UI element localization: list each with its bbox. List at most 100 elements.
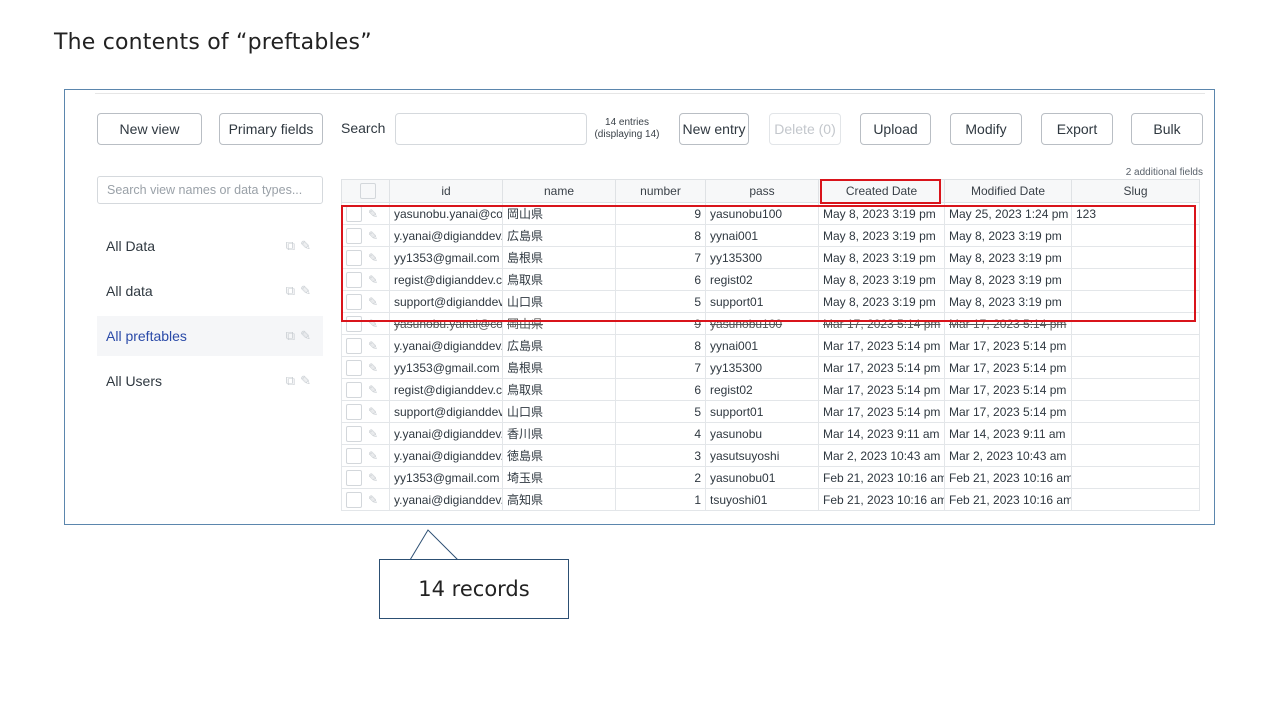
cell-id[interactable]: regist@digianddev.co	[389, 378, 503, 401]
table-row[interactable]: ✎ support@digianddev. 山口県 5 support01 Mar 17,…	[341, 400, 1200, 423]
cell-name[interactable]: 広島県	[502, 334, 616, 357]
cell-number[interactable]: 5	[615, 400, 706, 423]
cell-number[interactable]: 1	[615, 488, 706, 511]
cell-slug[interactable]	[1071, 444, 1200, 467]
table-row[interactable]: ✎ regist@digianddev.co 鳥取県 6 regist02 Mar 17,…	[341, 378, 1200, 401]
export-button[interactable]: Export	[1041, 113, 1113, 145]
cell-pass[interactable]: yasunobu01	[705, 466, 819, 489]
cell-created[interactable]: Mar 17, 2023 5:14 pm	[818, 356, 945, 379]
cell-modified[interactable]: Mar 14, 2023 9:11 am	[944, 422, 1072, 445]
select-all-checkbox[interactable]	[359, 183, 376, 199]
cell-slug[interactable]	[1071, 334, 1200, 357]
bulk-button[interactable]: Bulk	[1131, 113, 1203, 145]
primary-fields-button[interactable]: Primary fields	[219, 113, 323, 145]
cell-slug[interactable]	[1071, 422, 1200, 445]
view-item-all-data-lower[interactable]: All data ⧉ ✎	[97, 271, 323, 311]
row-checkbox[interactable]	[346, 381, 362, 398]
cell-created[interactable]: Mar 2, 2023 10:43 am	[818, 444, 945, 467]
cell-modified[interactable]: Mar 2, 2023 10:43 am	[944, 444, 1072, 467]
column-header-name[interactable]: name	[502, 179, 616, 203]
row-checkbox[interactable]	[346, 447, 362, 464]
table-row[interactable]: ✎ y.yanai@digianddev.c 香川県 4 yasunobu Mar 14,…	[341, 422, 1200, 445]
pencil-icon[interactable]: ✎	[300, 238, 311, 254]
cell-id[interactable]: yy1353@gmail.com	[389, 466, 503, 489]
cell-name[interactable]: 鳥取県	[502, 378, 616, 401]
cell-name[interactable]: 徳島県	[502, 444, 616, 467]
cell-pass[interactable]: yynai001	[705, 334, 819, 357]
copy-icon[interactable]: ⧉	[286, 283, 295, 299]
table-row[interactable]: ✎ y.yanai@digianddev.c 広島県 8 yynai001 Mar 17,…	[341, 334, 1200, 357]
pencil-icon[interactable]: ✎	[364, 424, 382, 444]
cell-created[interactable]: Feb 21, 2023 10:16 am	[818, 466, 945, 489]
pencil-icon[interactable]: ✎	[300, 328, 311, 344]
cell-modified[interactable]: Mar 17, 2023 5:14 pm	[944, 334, 1072, 357]
cell-id[interactable]: yy1353@gmail.com	[389, 356, 503, 379]
search-input[interactable]	[395, 113, 587, 145]
copy-icon[interactable]: ⧉	[286, 328, 295, 344]
column-header-modified-date[interactable]: Modified Date	[944, 179, 1072, 203]
cell-name[interactable]: 島根県	[502, 356, 616, 379]
cell-created[interactable]: Mar 17, 2023 5:14 pm	[818, 378, 945, 401]
copy-icon[interactable]: ⧉	[286, 373, 295, 389]
cell-modified[interactable]: Feb 21, 2023 10:16 am	[944, 466, 1072, 489]
column-header-slug[interactable]: Slug	[1071, 179, 1200, 203]
cell-number[interactable]: 3	[615, 444, 706, 467]
table-row[interactable]: ✎ yy1353@gmail.com 島根県 7 yy135300 Mar 17, 202…	[341, 356, 1200, 379]
pencil-icon[interactable]: ✎	[300, 373, 311, 389]
table-row[interactable]: ✎ y.yanai@digianddev.c 高知県 1 tsuyoshi01 Feb 2…	[341, 488, 1200, 511]
new-entry-button[interactable]: New entry	[679, 113, 749, 145]
cell-slug[interactable]	[1071, 356, 1200, 379]
modify-button[interactable]: Modify	[950, 113, 1022, 145]
new-view-button[interactable]: New view	[97, 113, 202, 145]
view-item-all-data[interactable]: All Data ⧉ ✎	[97, 226, 323, 266]
cell-created[interactable]: Mar 17, 2023 5:14 pm	[818, 334, 945, 357]
row-checkbox[interactable]	[346, 403, 362, 420]
pencil-icon[interactable]: ✎	[364, 468, 382, 488]
cell-pass[interactable]: yasutsuyoshi	[705, 444, 819, 467]
row-checkbox[interactable]	[346, 425, 362, 442]
cell-pass[interactable]: support01	[705, 400, 819, 423]
cell-name[interactable]: 山口県	[502, 400, 616, 423]
pencil-icon[interactable]: ✎	[364, 402, 382, 422]
cell-slug[interactable]	[1071, 488, 1200, 511]
upload-button[interactable]: Upload	[860, 113, 931, 145]
row-checkbox[interactable]	[346, 491, 362, 508]
pencil-icon[interactable]: ✎	[364, 358, 382, 378]
cell-modified[interactable]: Feb 21, 2023 10:16 am	[944, 488, 1072, 511]
cell-modified[interactable]: Mar 17, 2023 5:14 pm	[944, 400, 1072, 423]
cell-slug[interactable]	[1071, 378, 1200, 401]
pencil-icon[interactable]: ✎	[364, 336, 382, 356]
pencil-icon[interactable]: ✎	[364, 490, 382, 510]
cell-slug[interactable]	[1071, 466, 1200, 489]
cell-modified[interactable]: Mar 17, 2023 5:14 pm	[944, 356, 1072, 379]
cell-id[interactable]: y.yanai@digianddev.c	[389, 488, 503, 511]
cell-created[interactable]: Feb 21, 2023 10:16 am	[818, 488, 945, 511]
copy-icon[interactable]: ⧉	[286, 238, 295, 254]
table-row[interactable]: ✎ y.yanai@digianddev.c 徳島県 3 yasutsuyoshi Mar…	[341, 444, 1200, 467]
view-search-input[interactable]: Search view names or data types...	[97, 176, 323, 204]
cell-name[interactable]: 高知県	[502, 488, 616, 511]
column-header-pass[interactable]: pass	[705, 179, 819, 203]
cell-created[interactable]: Mar 14, 2023 9:11 am	[818, 422, 945, 445]
cell-id[interactable]: support@digianddev.	[389, 400, 503, 423]
delete-button[interactable]: Delete (0)	[769, 113, 841, 145]
table-row[interactable]: ✎ yy1353@gmail.com 埼玉県 2 yasunobu01 Feb 21, 2…	[341, 466, 1200, 489]
cell-pass[interactable]: yasunobu	[705, 422, 819, 445]
cell-number[interactable]: 2	[615, 466, 706, 489]
row-checkbox[interactable]	[346, 469, 362, 486]
row-checkbox[interactable]	[346, 337, 362, 354]
cell-number[interactable]: 7	[615, 356, 706, 379]
column-header-number[interactable]: number	[615, 179, 706, 203]
cell-slug[interactable]	[1071, 400, 1200, 423]
pencil-icon[interactable]: ✎	[300, 283, 311, 299]
cell-id[interactable]: y.yanai@digianddev.c	[389, 334, 503, 357]
cell-name[interactable]: 埼玉県	[502, 466, 616, 489]
cell-number[interactable]: 8	[615, 334, 706, 357]
view-item-all-preftables[interactable]: All preftables ⧉ ✎	[97, 316, 323, 356]
cell-created[interactable]: Mar 17, 2023 5:14 pm	[818, 400, 945, 423]
pencil-icon[interactable]: ✎	[364, 380, 382, 400]
cell-pass[interactable]: yy135300	[705, 356, 819, 379]
view-item-all-users[interactable]: All Users ⧉ ✎	[97, 361, 323, 401]
row-checkbox[interactable]	[346, 359, 362, 376]
cell-pass[interactable]: tsuyoshi01	[705, 488, 819, 511]
